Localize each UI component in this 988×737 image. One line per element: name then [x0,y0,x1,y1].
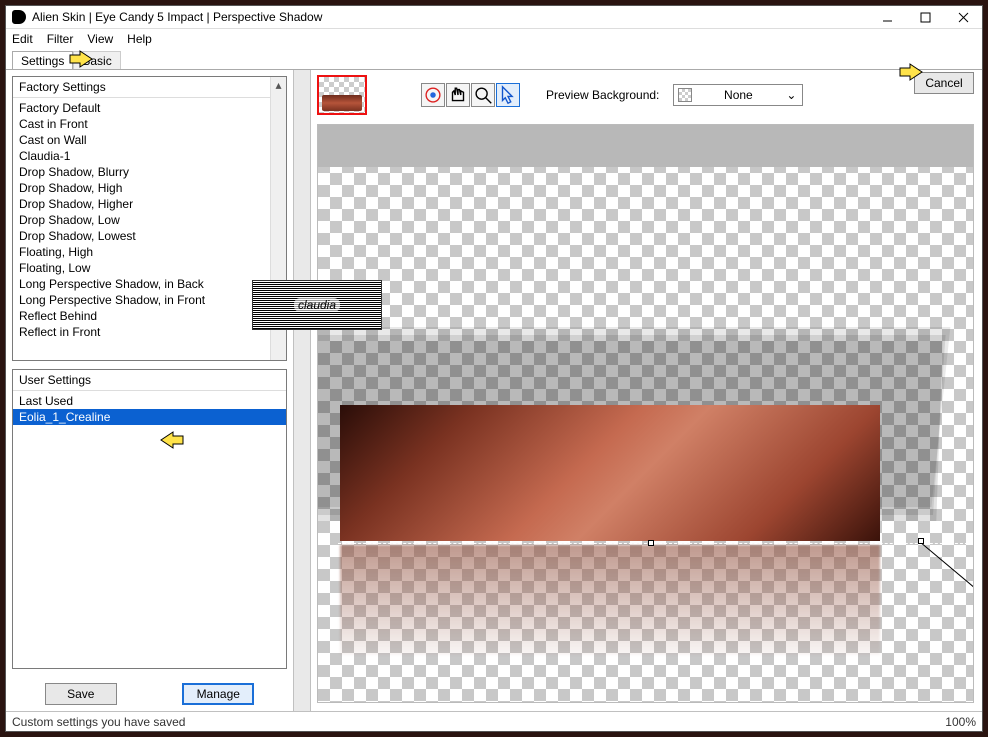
guide-line[interactable] [338,543,974,544]
transparency-swatch-icon [678,88,692,102]
menu-view[interactable]: View [87,32,113,46]
list-item[interactable]: Reflect Behind [13,308,286,324]
status-text: Custom settings you have saved [12,715,185,729]
list-item[interactable]: Cast on Wall [13,132,286,148]
menu-filter[interactable]: Filter [47,32,74,46]
app-icon [12,10,26,24]
list-item[interactable]: Drop Shadow, Higher [13,196,286,212]
preview-panel: OK Cancel Preview Background: None ⌄ [311,70,982,711]
tutorial-pointer-icon [898,63,926,81]
watermark: claudia [252,280,382,330]
menubar: Edit Filter View Help [6,29,982,49]
titlebar: Alien Skin | Eye Candy 5 Impact | Perspe… [6,6,982,29]
list-item[interactable]: Drop Shadow, Blurry [13,164,286,180]
settings-buttons: Save Manage [12,677,287,711]
maximize-button[interactable] [906,6,944,28]
close-button[interactable] [944,6,982,28]
list-item[interactable]: Floating, Low [13,260,286,276]
zoom-tool-icon[interactable] [471,83,495,107]
chevron-down-icon: ⌄ [784,88,798,102]
transform-handle[interactable] [648,540,654,546]
preview-background-value: None [724,88,753,102]
subject-image [340,405,880,541]
user-settings-header: User Settings [13,370,286,391]
reflection [340,545,880,655]
list-item[interactable]: Last Used [13,393,286,409]
preview-topband [318,125,973,167]
factory-settings-list[interactable]: Factory Settings Factory Default Cast in… [12,76,287,361]
list-item[interactable]: Long Perspective Shadow, in Back [13,276,286,292]
list-item[interactable]: Factory Default [13,100,286,116]
splitter[interactable] [293,70,311,711]
settings-panel: Factory Settings Factory Default Cast in… [6,70,293,711]
list-item[interactable]: Long Perspective Shadow, in Front [13,292,286,308]
layer-thumbnail[interactable] [317,75,367,115]
list-item[interactable]: Cast in Front [13,116,286,132]
tutorial-pointer-icon [68,50,96,68]
pointer-tool-icon[interactable] [496,83,520,107]
hand-tool-icon[interactable] [446,83,470,107]
status-bar: Custom settings you have saved 100% [6,711,982,731]
save-button[interactable]: Save [45,683,117,705]
vanishing-line[interactable] [922,543,974,623]
window-title: Alien Skin | Eye Candy 5 Impact | Perspe… [32,10,868,24]
tab-strip: Settings Basic [6,49,982,69]
zoom-level: 100% [945,715,976,729]
preview-background-select[interactable]: None ⌄ [673,84,803,106]
toolbar: Preview Background: None ⌄ [311,70,982,120]
list-item[interactable]: Drop Shadow, Low [13,212,286,228]
tutorial-pointer-icon [157,431,185,449]
color-picker-tool-icon[interactable] [421,83,445,107]
tab-settings[interactable]: Settings [12,51,73,70]
preview-background-label: Preview Background: [546,88,659,102]
preview-canvas[interactable] [317,124,974,703]
list-item[interactable]: Drop Shadow, Lowest [13,228,286,244]
manage-button[interactable]: Manage [182,683,254,705]
menu-edit[interactable]: Edit [12,32,33,46]
list-item[interactable]: Drop Shadow, High [13,180,286,196]
list-item[interactable]: Reflect in Front [13,324,286,340]
app-window: Alien Skin | Eye Candy 5 Impact | Perspe… [5,5,983,732]
scroll-up-icon[interactable]: ▴ [271,77,286,93]
factory-settings-header: Factory Settings [13,77,286,98]
menu-help[interactable]: Help [127,32,152,46]
list-item-selected[interactable]: Eolia_1_Crealine [13,409,286,425]
list-item[interactable]: Floating, High [13,244,286,260]
user-settings-list[interactable]: User Settings Last Used Eolia_1_Crealine [12,369,287,669]
minimize-button[interactable] [868,6,906,28]
list-item[interactable]: Claudia-1 [13,148,286,164]
